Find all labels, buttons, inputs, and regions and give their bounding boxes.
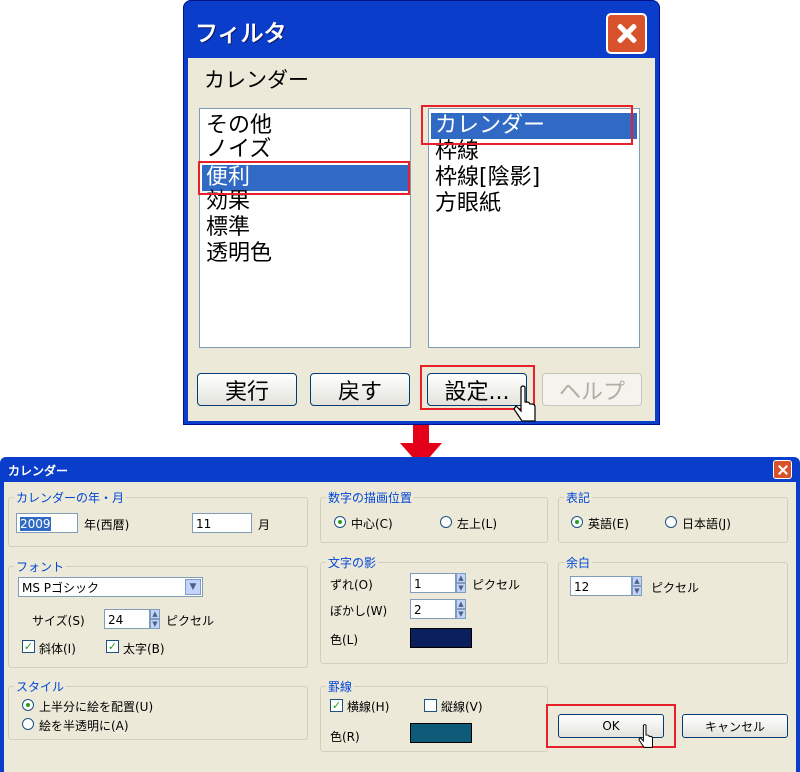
bold-checkbox[interactable]: ✓	[106, 640, 119, 653]
position-center-label: 中心(C)	[351, 517, 393, 531]
notation-english-radio[interactable]	[571, 516, 583, 528]
margin-input[interactable]: 12	[570, 576, 632, 596]
lines-color-label: 色(R)	[330, 730, 360, 744]
blur-spin-down-icon[interactable]: ▼	[456, 609, 466, 619]
bold-label: 太字(B)	[123, 642, 165, 656]
size-label: サイズ(S)	[32, 614, 85, 628]
pointer-cursor-icon	[513, 385, 536, 422]
year-month-legend: カレンダーの年・月	[14, 489, 127, 506]
filter-list[interactable]: カレンダー 枠線 枠線[陰影] 方眼紙	[421, 105, 640, 348]
notation-legend: 表記	[564, 489, 593, 506]
category-highlight-box	[198, 161, 410, 195]
style-top-label: 上半分に絵を配置(U)	[39, 700, 154, 714]
margin-spin-down-icon[interactable]: ▼	[632, 586, 642, 596]
year-input[interactable]: 2009	[16, 513, 78, 533]
italic-label: 斜体(I)	[39, 642, 76, 656]
month-input[interactable]: 11	[192, 513, 252, 533]
cancel-button[interactable]: キャンセル	[682, 714, 788, 738]
margin-legend: 余白	[564, 554, 593, 571]
filter-dialog-close-button[interactable]	[606, 13, 647, 54]
number-position-legend: 数字の描画位置	[326, 489, 415, 506]
shadow-color-swatch[interactable]	[410, 628, 472, 648]
month-label: 月	[258, 518, 271, 532]
offset-spin-down-icon[interactable]: ▼	[456, 583, 466, 593]
margin-unit: ピクセル	[651, 581, 700, 595]
size-input[interactable]: 24	[104, 609, 150, 629]
calendar-dialog-close-button[interactable]	[773, 460, 792, 479]
pointer-cursor-small-icon	[638, 724, 653, 748]
help-button: ヘルプ	[542, 373, 642, 406]
year-input-value: 2009	[20, 517, 51, 531]
calendar-dialog-title: カレンダー	[8, 464, 69, 478]
filter-item-border-shadow[interactable]: 枠線[陰影]	[435, 165, 540, 191]
vertical-lines-checkbox[interactable]	[424, 699, 437, 712]
horizontal-lines-label: 横線(H)	[347, 700, 390, 714]
shadow-offset-input[interactable]: 1	[410, 573, 456, 593]
category-item-other[interactable]: その他	[206, 113, 272, 139]
style-transparent-label: 絵を半透明に(A)	[39, 719, 129, 733]
notation-english-label: 英語(E)	[588, 517, 629, 531]
position-center-radio[interactable]	[334, 516, 346, 528]
font-legend: フォント	[14, 558, 67, 575]
font-select[interactable]: MS Pゴシック	[18, 577, 203, 597]
undo-button[interactable]: 戻す	[310, 373, 410, 406]
category-item-standard[interactable]: 標準	[206, 215, 250, 241]
offset-spin-up-icon[interactable]: ▲	[456, 573, 466, 583]
size-spin-down-icon[interactable]: ▼	[150, 619, 160, 629]
notation-japanese-radio[interactable]	[665, 516, 677, 528]
chevron-down-icon[interactable]: ▼	[185, 579, 201, 595]
year-label: 年(西暦)	[84, 518, 130, 532]
italic-checkbox[interactable]: ✓	[22, 640, 35, 653]
current-category-label: カレンダー	[204, 68, 309, 92]
horizontal-lines-checkbox[interactable]: ✓	[330, 699, 343, 712]
run-button[interactable]: 実行	[197, 373, 297, 406]
category-item-transparent[interactable]: 透明色	[206, 241, 272, 267]
style-top-radio[interactable]	[22, 699, 34, 711]
notation-japanese-label: 日本語(J)	[682, 517, 731, 531]
filter-dialog-title: フィルタ	[195, 21, 287, 47]
size-unit-label: ピクセル	[166, 614, 215, 628]
shadow-color-label: 色(L)	[330, 633, 359, 647]
position-topleft-label: 左上(L)	[457, 517, 498, 531]
down-arrow-icon	[413, 425, 429, 443]
filter-item-grid-paper[interactable]: 方眼紙	[435, 191, 501, 217]
ruled-lines-legend: 罫線	[326, 678, 355, 695]
filter-highlight-box	[421, 105, 633, 145]
ok-highlight-box	[546, 704, 676, 748]
shadow-offset-unit: ピクセル	[472, 578, 521, 592]
shadow-blur-input[interactable]: 2	[410, 599, 456, 619]
category-item-noise[interactable]: ノイズ	[206, 137, 271, 163]
size-spin-up-icon[interactable]: ▲	[150, 609, 160, 619]
lines-color-swatch[interactable]	[410, 723, 472, 743]
style-legend: スタイル	[14, 678, 67, 695]
margin-spin-up-icon[interactable]: ▲	[632, 576, 642, 586]
category-list[interactable]: その他 ノイズ 便利 効果 標準 透明色	[198, 108, 411, 348]
position-topleft-radio[interactable]	[440, 516, 452, 528]
shadow-offset-label: ずれ(O)	[330, 578, 373, 592]
style-transparent-radio[interactable]	[22, 718, 34, 730]
blur-spin-up-icon[interactable]: ▲	[456, 599, 466, 609]
vertical-lines-label: 縦線(V)	[441, 700, 483, 714]
text-shadow-legend: 文字の影	[326, 554, 379, 571]
shadow-blur-label: ぼかし(W)	[330, 604, 388, 618]
